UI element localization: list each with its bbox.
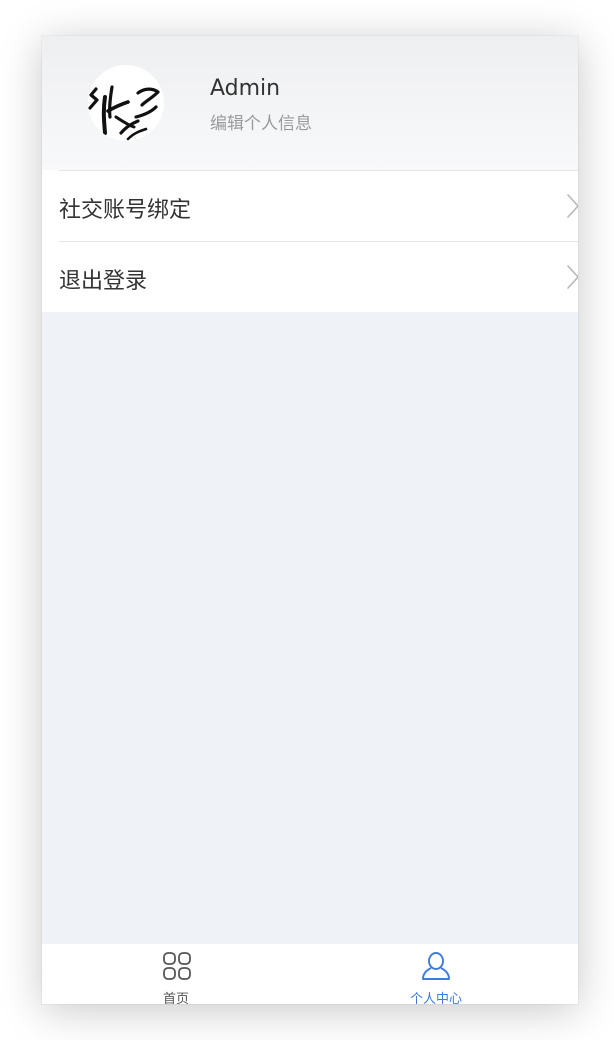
signature-avatar-icon bbox=[88, 85, 160, 141]
tab-profile[interactable]: 个人中心 bbox=[310, 944, 578, 1004]
avatar[interactable] bbox=[88, 65, 164, 141]
menu-item-social-binding[interactable]: 社交账号绑定 bbox=[59, 170, 578, 241]
menu-item-logout[interactable]: 退出登录 bbox=[59, 241, 578, 312]
settings-menu: 社交账号绑定 退出登录 bbox=[42, 170, 578, 312]
app-screen: Admin 编辑个人信息 社交账号绑定 退出登录 首页 个人中心 bbox=[42, 36, 578, 1004]
grid-icon bbox=[162, 951, 192, 985]
user-icon bbox=[420, 951, 452, 987]
chevron-right-icon bbox=[566, 193, 578, 223]
menu-item-label: 退出登录 bbox=[59, 269, 148, 294]
tab-label: 个人中心 bbox=[409, 992, 462, 1004]
profile-header[interactable]: Admin 编辑个人信息 bbox=[42, 36, 578, 170]
edit-profile-link[interactable]: 编辑个人信息 bbox=[210, 109, 312, 134]
tab-home[interactable]: 首页 bbox=[42, 944, 310, 1004]
chevron-right-icon bbox=[566, 264, 578, 294]
user-name: Admin bbox=[210, 76, 281, 101]
tab-label: 首页 bbox=[162, 992, 189, 1004]
menu-item-label: 社交账号绑定 bbox=[59, 198, 192, 223]
bottom-tab-bar: 首页 个人中心 bbox=[42, 944, 578, 1004]
